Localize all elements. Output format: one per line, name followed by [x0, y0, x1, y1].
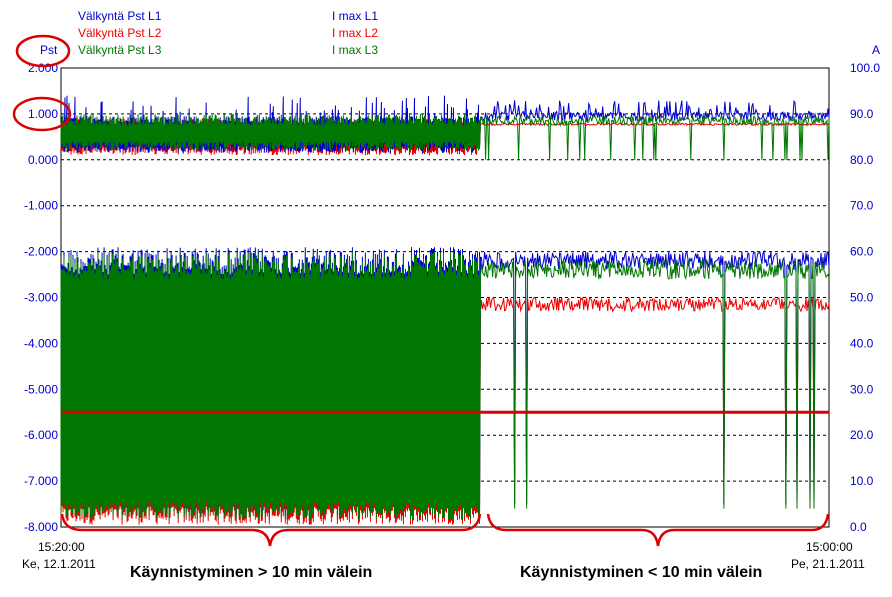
chart-canvas: Välkyntä Pst L1 Välkyntä Pst L2 Välkyntä… [12, 9, 880, 581]
y-left-tick: 2.000 [28, 61, 58, 75]
legend-left: Välkyntä Pst L1 Välkyntä Pst L2 Välkyntä… [78, 9, 162, 57]
y-right-tick: 0.0 [850, 520, 867, 534]
y-right-tick: 10.0 [850, 474, 874, 488]
y-right-ticks: 100.0 90.0 80.0 70.0 60.0 50.0 40.0 30.0 20.0 10.… [850, 61, 880, 534]
y-right-tick: 60.0 [850, 245, 874, 259]
caption-left: Käynnistyminen > 10 min välein [130, 564, 372, 581]
caption-right: Käynnistyminen < 10 min välein [520, 564, 762, 581]
legend-imax-l2: I max L2 [332, 26, 378, 40]
y-left-tick: 0.000 [28, 153, 58, 167]
y-left-ticks: 2.000 1.000 0.000 -1.000 -2.000 -3.000 -4.000 -… [24, 61, 58, 534]
y-left-tick: -3.000 [24, 291, 58, 305]
y-left-tick: 1.000 [28, 107, 58, 121]
y-left-axis-label: Pst [40, 43, 58, 57]
y-right-tick: 50.0 [850, 291, 874, 305]
y-left-tick: -1.000 [24, 199, 58, 213]
y-right-tick: 100.0 [850, 61, 880, 75]
y-right-tick: 20.0 [850, 428, 874, 442]
y-left-tick: -2.000 [24, 245, 58, 259]
legend-imax-l3: I max L3 [332, 43, 378, 57]
x-end-date: Pe, 21.1.2011 [791, 557, 865, 571]
y-left-tick: -7.000 [24, 474, 58, 488]
y-right-axis-label: A [872, 43, 880, 57]
y-left-tick: -4.000 [24, 336, 58, 350]
y-left-tick: -5.000 [24, 382, 58, 396]
legend-pst-l3: Välkyntä Pst L3 [78, 43, 162, 57]
x-start-time: 15:20:00 [38, 540, 85, 554]
y-left-tick: -6.000 [24, 428, 58, 442]
y-left-tick: -8.000 [24, 520, 58, 534]
x-end-time: 15:00:00 [806, 540, 853, 554]
y-right-tick: 40.0 [850, 336, 874, 350]
legend-imax-l1: I max L1 [332, 9, 378, 23]
y-right-tick: 70.0 [850, 199, 874, 213]
legend-pst-l2: Välkyntä Pst L2 [78, 26, 162, 40]
x-start-date: Ke, 12.1.2011 [22, 557, 96, 571]
y-right-tick: 80.0 [850, 153, 874, 167]
y-right-tick: 30.0 [850, 382, 874, 396]
legend-right: I max L1 I max L2 I max L3 [332, 9, 378, 57]
legend-pst-l1: Välkyntä Pst L1 [78, 9, 162, 23]
y-right-tick: 90.0 [850, 107, 874, 121]
